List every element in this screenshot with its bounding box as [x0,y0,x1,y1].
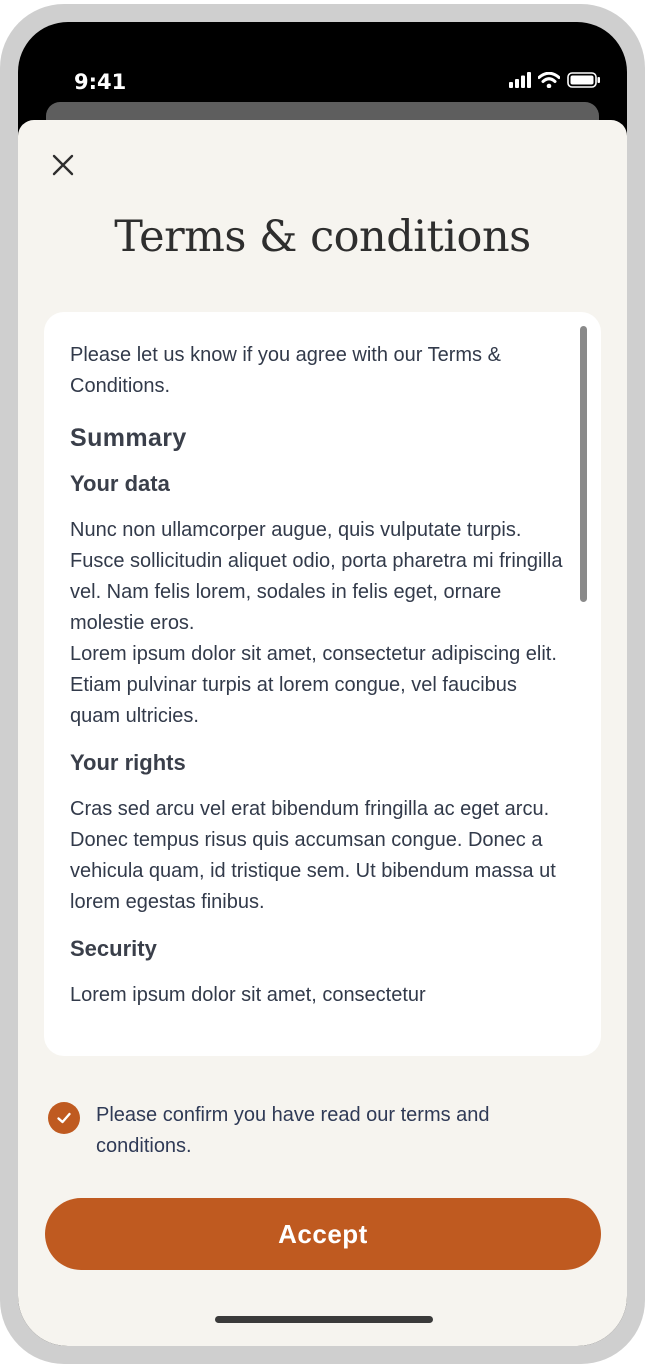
wifi-icon [538,72,560,88]
check-icon [57,1112,71,1124]
your-data-heading: Your data [70,471,170,496]
summary-heading: Summary [70,424,187,452]
close-icon [52,154,74,176]
terms-intro: Please let us know if you agree with our… [70,344,501,397]
signal-icon [509,72,531,88]
terms-sheet: Terms & conditions Please let us know if… [18,120,627,1346]
your-data-paragraph-1: Nunc non ullamcorper augue, quis vulputa… [70,519,563,634]
security-heading: Security [70,936,157,961]
status-time: 9:41 [74,70,127,94]
terms-content: Please let us know if you agree with our… [70,340,570,1011]
your-rights-heading: Your rights [70,750,186,775]
phone-frame: 9:41 Terms & conditions Please let us kn… [0,4,645,1364]
phone-screen: 9:41 Terms & conditions Please let us kn… [18,22,627,1346]
status-icons [509,72,601,88]
accept-button[interactable]: Accept [45,1198,601,1270]
home-indicator [215,1316,433,1323]
confirm-label: Please confirm you have read our terms a… [96,1104,490,1157]
your-rights-paragraph: Cras sed arcu vel erat bibendum fringill… [70,798,556,913]
confirm-checkbox[interactable] [48,1102,80,1134]
your-data-paragraph-2: Lorem ipsum dolor sit amet, consectetur … [70,643,557,727]
page-title: Terms & conditions [114,212,531,262]
confirm-checkbox-row[interactable]: Please confirm you have read our terms a… [48,1100,568,1162]
security-paragraph: Lorem ipsum dolor sit amet, consectetur [70,984,426,1006]
battery-icon [567,72,600,88]
terms-scroll-area[interactable]: Please let us know if you agree with our… [44,312,601,1056]
status-bar: 9:41 [18,22,627,112]
terms-scrollbar[interactable] [580,326,587,602]
close-button[interactable] [48,150,78,180]
